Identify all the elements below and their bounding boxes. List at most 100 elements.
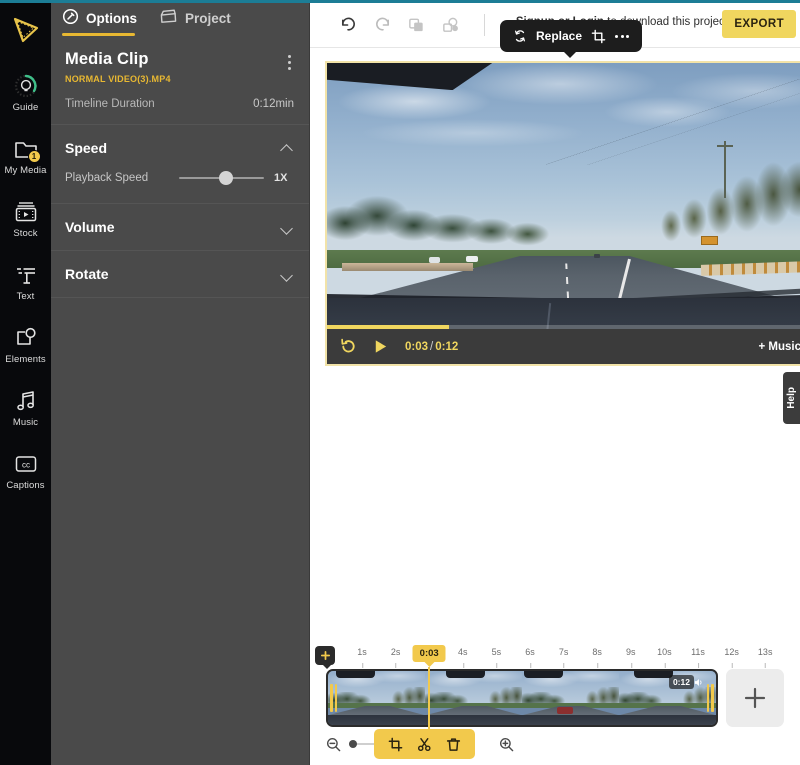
left-sidebar: Guide 1 My Media (0, 3, 51, 765)
loop-replay-icon[interactable] (339, 337, 358, 356)
tab-options[interactable]: Options (62, 3, 137, 34)
playhead-time-chip[interactable]: 0:03 (413, 645, 446, 662)
ruler-tick: 9s (626, 647, 636, 657)
ruler-tick-mark (396, 663, 397, 668)
replace-swap-icon[interactable] (513, 29, 527, 43)
tab-options-label: Options (86, 11, 137, 26)
ruler-tick-label: 1s (357, 647, 367, 657)
add-clip-plus-icon[interactable] (726, 669, 784, 727)
text-tool-icon (13, 262, 39, 288)
more-horizontal-icon[interactable] (615, 35, 629, 38)
ruler-tick-label: 8s (592, 647, 602, 657)
sidebar-item-stock[interactable]: Stock (0, 187, 51, 250)
ruler-tick: 4s (458, 647, 468, 657)
chevron-up-icon[interactable] (281, 144, 294, 152)
trim-handle-left-icon[interactable] (328, 671, 339, 725)
playback-progress-bar[interactable] (327, 325, 800, 329)
sidebar-item-elements[interactable]: Elements (0, 313, 51, 376)
video-frame (327, 63, 800, 364)
group-icon[interactable] (438, 13, 462, 37)
chevron-down-icon[interactable] (281, 270, 294, 278)
delete-trash-icon[interactable] (446, 737, 461, 752)
more-options-kebab-icon[interactable] (285, 52, 294, 73)
undo-icon[interactable] (336, 13, 360, 37)
stock-footage-icon (13, 199, 39, 225)
ruler-tick-label: 5s (492, 647, 502, 657)
ruler-tick-label: 11s (691, 647, 705, 657)
ruler-tick-mark (530, 663, 531, 668)
ruler-tick: 1s (357, 647, 367, 657)
playback-speed-slider[interactable] (179, 171, 264, 185)
chevron-down-icon[interactable] (281, 223, 294, 231)
split-scissors-icon[interactable] (417, 737, 432, 752)
timeline-bottom-tools (310, 729, 800, 759)
zoom-out-icon[interactable] (326, 737, 341, 752)
sidebar-item-guide[interactable]: Guide (0, 61, 51, 124)
crop-icon[interactable] (591, 29, 606, 44)
redo-icon[interactable] (370, 13, 394, 37)
section-rotate: Rotate (51, 251, 309, 298)
playback-speed-row: Playback Speed 1X (51, 171, 309, 203)
help-tab[interactable]: Help (783, 372, 800, 424)
section-volume-header[interactable]: Volume (51, 204, 309, 250)
ruler-tick: 10s (657, 647, 672, 657)
section-speed: Speed Playback Speed 1X (51, 125, 309, 204)
zoom-slider-knob[interactable] (349, 740, 357, 748)
top-toolbar: Signup or Login to download this project… (310, 3, 800, 48)
video-preview[interactable]: 0:03/0:12 + Music (325, 61, 800, 366)
distant-car-c (594, 254, 600, 258)
zoom-in-icon[interactable] (499, 737, 514, 752)
ruler-tick-label: 12s (724, 647, 739, 657)
play-icon[interactable] (372, 338, 389, 355)
section-speed-header[interactable]: Speed (51, 125, 309, 171)
sidebar-item-captions[interactable]: cc Captions (0, 439, 51, 502)
tab-project-label: Project (185, 11, 231, 26)
project-clapperboard-icon (159, 8, 178, 30)
lightbulb-guide-icon (13, 73, 39, 99)
clip-duration-badge: 0:12 (669, 675, 694, 689)
total-time: 0:12 (435, 341, 458, 353)
export-button[interactable]: EXPORT (722, 10, 796, 38)
timeline-ruler[interactable]: 1s2s0:034s5s6s7s8s9s10s11s12s13s (310, 643, 800, 669)
ruler-tick: 8s (592, 647, 602, 657)
sidebar-item-label: Music (13, 417, 38, 428)
ruler-tick-label: 7s (559, 647, 569, 657)
playback-speed-value: 1X (274, 172, 294, 184)
add-music-button[interactable]: + Music (758, 341, 800, 353)
svg-text:cc: cc (22, 460, 30, 469)
volume-icon[interactable] (693, 675, 704, 693)
clip-edit-toolbar (374, 729, 475, 759)
clip-title: Media Clip (65, 50, 295, 69)
ruler-tick-mark (362, 663, 363, 668)
ruler-tick-mark (564, 663, 565, 668)
ruler-tick-mark (664, 663, 665, 668)
sidebar-item-label: My Media (5, 165, 47, 176)
timeline-track-row: 0:12 (310, 669, 800, 729)
timeline-duration-value: 0:12min (253, 98, 294, 110)
utility-pole (724, 141, 726, 198)
tab-project[interactable]: Project (159, 3, 231, 34)
ruler-tick-mark (698, 663, 699, 668)
main-area: Signup or Login to download this project… (310, 3, 800, 765)
sidebar-item-music[interactable]: Music (0, 376, 51, 439)
slider-knob[interactable] (219, 171, 233, 185)
ruler-tick-label: 4s (458, 647, 468, 657)
trim-handle-right-icon[interactable] (705, 671, 716, 725)
section-speed-title: Speed (65, 140, 107, 156)
timeline-clip[interactable]: 0:12 (326, 669, 718, 727)
duplicate-icon[interactable] (404, 13, 428, 37)
section-volume: Volume (51, 204, 309, 251)
replace-label[interactable]: Replace (536, 29, 582, 43)
ruler-tick-label: 2s (391, 647, 401, 657)
add-track-plus-icon[interactable] (315, 646, 335, 665)
shapes-elements-icon (13, 325, 39, 351)
video-editor-app: Guide 1 My Media (0, 0, 800, 765)
time-separator: / (430, 341, 433, 353)
crop-icon[interactable] (388, 737, 403, 752)
sidebar-item-text[interactable]: Text (0, 250, 51, 313)
sidebar-item-label: Stock (13, 228, 37, 239)
app-logo-icon[interactable] (6, 9, 46, 51)
section-rotate-header[interactable]: Rotate (51, 251, 309, 297)
ruler-tick-label: 10s (657, 647, 672, 657)
sidebar-item-my-media[interactable]: 1 My Media (0, 124, 51, 187)
